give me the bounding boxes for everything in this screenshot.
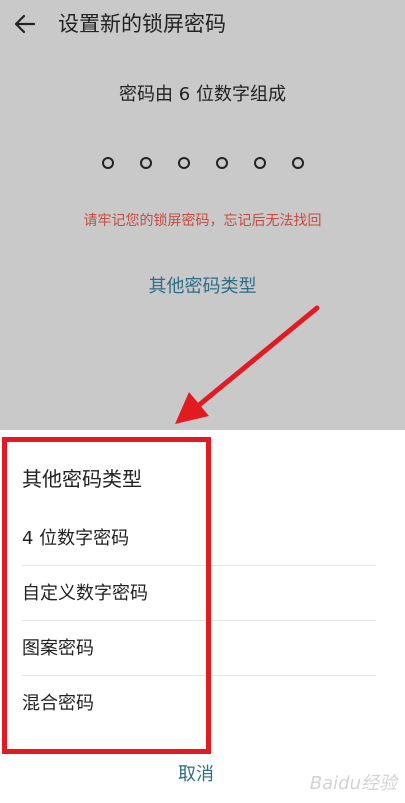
pin-dot (139, 157, 152, 169)
top-bar: 设置新的锁屏密码 (0, 0, 405, 48)
watermark-logo: Baidu经验 (309, 773, 397, 794)
sheet-title: 其他密码类型 (22, 467, 142, 491)
pin-dot (177, 157, 190, 169)
other-password-types-link[interactable]: 其他密码类型 (0, 272, 405, 298)
option-custom-numeric-pin[interactable]: 自定义数字密码 (22, 567, 376, 621)
divider (22, 565, 376, 566)
pin-dots (0, 157, 405, 169)
cancel-button[interactable]: 取消 (178, 760, 214, 786)
pin-dot (215, 157, 228, 169)
pin-dot (253, 157, 266, 169)
warning-text: 请牢记您的锁屏密码，忘记后无法找回 (83, 213, 322, 229)
page-title: 设置新的锁屏密码 (58, 12, 226, 36)
option-4-digit-pin[interactable]: 4 位数字密码 (22, 512, 376, 566)
option-mixed-password[interactable]: 混合密码 (22, 677, 376, 731)
pin-dot (291, 157, 304, 169)
divider (22, 620, 376, 621)
annotation-arrow-icon (175, 305, 320, 424)
back-arrow-icon[interactable] (12, 10, 40, 38)
pin-dot (101, 157, 114, 169)
divider (22, 675, 376, 676)
option-pattern[interactable]: 图案密码 (22, 622, 376, 676)
pin-instruction: 密码由 6 位数字组成 (119, 84, 286, 105)
